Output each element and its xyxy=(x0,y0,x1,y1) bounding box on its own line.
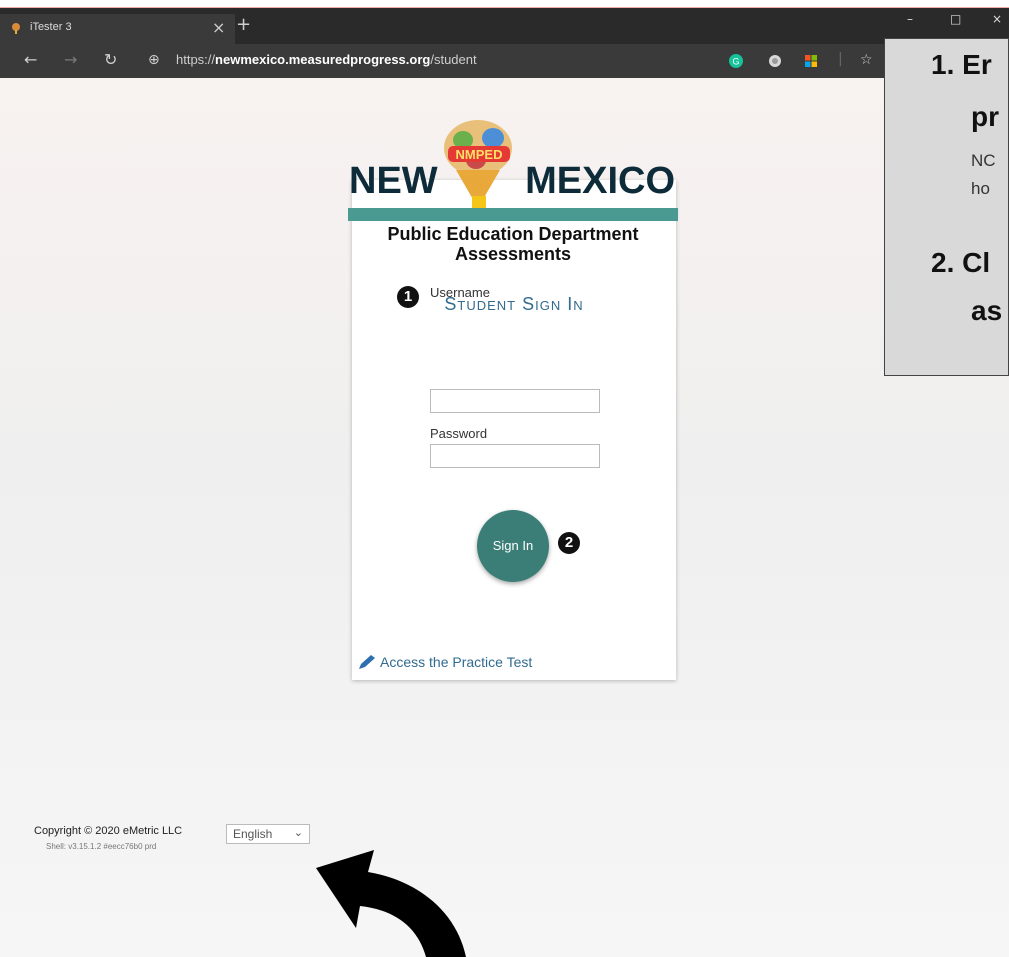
assessments-label: Assessments xyxy=(454,244,572,264)
windows-icon[interactable] xyxy=(804,54,818,68)
back-icon[interactable]: ← xyxy=(24,50,37,69)
minimize-icon[interactable]: – xyxy=(907,12,913,26)
username-input[interactable] xyxy=(430,389,600,413)
favorites-icon[interactable]: ☆ xyxy=(860,52,873,68)
step-1-badge: 1 xyxy=(397,286,419,308)
close-window-icon[interactable]: × xyxy=(992,12,1002,26)
teal-bar xyxy=(348,208,678,221)
address-bar[interactable]: ⊕ https://newmexico.measuredprogress.org… xyxy=(148,51,698,71)
password-input[interactable] xyxy=(430,444,600,468)
chevron-down-icon: ⌄ xyxy=(293,826,303,839)
callout-step-2-line2: as xyxy=(971,295,1003,326)
practice-test-link[interactable]: Access the Practice Test xyxy=(358,654,532,670)
username-label: Username xyxy=(430,285,490,300)
version-text: Shell: v3.15.1.2 #eecc76b0 prd xyxy=(46,842,157,851)
instruction-callout: 1. Er pr NC ho 2. Cl as xyxy=(884,38,1009,376)
language-select[interactable]: English ⌄ xyxy=(226,824,310,844)
password-label: Password xyxy=(430,426,488,441)
language-value: English xyxy=(233,827,273,841)
tab-favicon-icon xyxy=(12,23,20,34)
forward-icon[interactable]: → xyxy=(64,50,77,69)
tab-close-icon[interactable]: × xyxy=(212,18,225,37)
window-top-edge xyxy=(0,0,1009,8)
tab-title: iTester 3 xyxy=(30,21,72,33)
address-text: https://newmexico.measuredprogress.org/s… xyxy=(176,52,477,67)
pencil-icon xyxy=(359,655,375,669)
step-2-badge: 2 xyxy=(558,532,580,554)
grammarly-icon[interactable]: G xyxy=(729,54,743,68)
svg-text:G: G xyxy=(732,57,739,67)
record-icon[interactable] xyxy=(768,54,782,68)
curved-arrow-icon xyxy=(316,850,466,957)
callout-note-line1: NC xyxy=(971,151,996,170)
svg-text:NMPED: NMPED xyxy=(456,147,503,162)
wordmark-new: NEW xyxy=(349,160,438,202)
callout-step-1: 1. Er xyxy=(931,49,992,80)
department-name: Public Education Department xyxy=(387,224,639,244)
callout-note-line2: ho xyxy=(971,179,990,198)
browser-navbar: ← → ↻ ⊕ https://newmexico.measuredprogre… xyxy=(0,44,1009,78)
sign-in-button[interactable]: Sign In xyxy=(477,510,549,582)
browser-tab[interactable]: iTester 3 × xyxy=(0,14,235,44)
wordmark-mexico: MEXICO xyxy=(525,160,675,202)
callout-step-2: 2. Cl xyxy=(931,247,991,278)
new-tab-icon[interactable]: + xyxy=(236,14,251,35)
globe-icon: ⊕ xyxy=(148,52,160,68)
copyright-text: Copyright © 2020 eMetric LLC xyxy=(34,825,183,837)
separator: | xyxy=(838,51,843,67)
maximize-icon[interactable]: □ xyxy=(950,12,961,26)
callout-step-1-line2: pr xyxy=(971,101,999,132)
practice-test-label: Access the Practice Test xyxy=(380,654,533,670)
refresh-icon[interactable]: ↻ xyxy=(104,50,117,69)
